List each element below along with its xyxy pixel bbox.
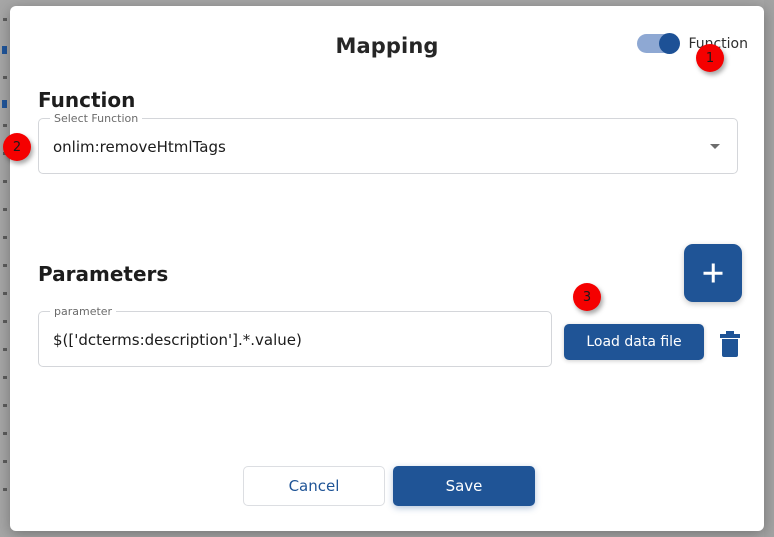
backdrop-right-edge xyxy=(764,0,774,537)
backdrop-text-line xyxy=(3,432,7,435)
backdrop-text-line xyxy=(3,264,7,267)
select-function-field[interactable]: Select Function onlim:removeHtmlTags xyxy=(38,112,738,174)
backdrop-text-line xyxy=(3,460,7,463)
backdrop-text-line xyxy=(3,236,7,239)
backdrop-text-line xyxy=(3,404,7,407)
backdrop-text-line xyxy=(3,208,7,211)
parameter-input-field[interactable]: parameter $(['dcterms:description'].*.va… xyxy=(38,305,552,367)
backdrop-text-line xyxy=(3,180,7,183)
function-section-heading: Function xyxy=(38,88,136,112)
backdrop-text-line xyxy=(3,124,7,127)
toggle-knob-icon xyxy=(659,33,681,54)
save-button[interactable]: Save xyxy=(393,466,535,506)
backdrop-text-line xyxy=(3,292,7,295)
select-function-label: Select Function xyxy=(50,112,143,125)
delete-parameter-button[interactable] xyxy=(715,328,745,360)
annotation-badge-3: 3 xyxy=(573,283,601,311)
plus-icon xyxy=(711,263,715,283)
backdrop-link xyxy=(2,100,7,108)
trash-icon xyxy=(720,331,740,357)
function-toggle-switch[interactable] xyxy=(637,33,681,54)
backdrop-text-line xyxy=(3,488,7,491)
function-toggle-group: Function xyxy=(637,33,748,54)
cancel-button[interactable]: Cancel xyxy=(243,466,385,506)
annotation-badge-1: 1 xyxy=(696,44,724,72)
parameter-field-value: $(['dcterms:description'].*.value) xyxy=(53,331,302,349)
mapping-dialog: Mapping Function Function Select Functio… xyxy=(10,6,764,531)
backdrop-text-line xyxy=(3,348,7,351)
add-parameter-button[interactable] xyxy=(684,244,742,302)
backdrop-text-line xyxy=(3,76,7,79)
chevron-down-icon[interactable] xyxy=(710,144,720,149)
backdrop-link xyxy=(2,46,7,54)
parameters-section-heading: Parameters xyxy=(38,262,169,286)
load-data-file-button[interactable]: Load data file xyxy=(564,324,704,360)
annotation-badge-2: 2 xyxy=(3,133,31,161)
backdrop-text-line xyxy=(3,320,7,323)
backdrop-text-line xyxy=(3,376,7,379)
parameter-field-label: parameter xyxy=(50,305,117,318)
backdrop-text-line xyxy=(3,18,7,21)
select-function-value: onlim:removeHtmlTags xyxy=(53,138,226,156)
